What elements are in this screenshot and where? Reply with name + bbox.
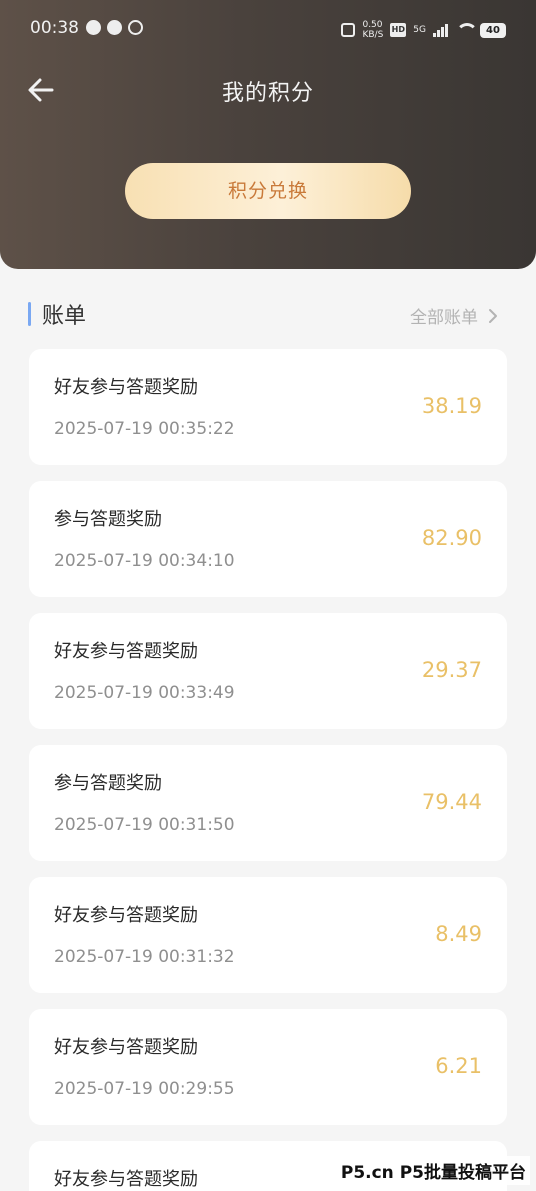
status-time: 00:38 — [30, 18, 79, 38]
all-bills-link[interactable]: 全部账单 — [410, 303, 502, 328]
bill-title: 好友参与答题奖励 — [54, 1037, 198, 1058]
bill-title: 参与答题奖励 — [54, 773, 162, 794]
bill-time: 2025-07-19 00:31:32 — [54, 947, 235, 967]
bill-time: 2025-07-19 00:31:50 — [54, 815, 235, 835]
bill-title: 参与答题奖励 — [54, 509, 162, 530]
page-title: 我的积分 — [221, 81, 314, 106]
bill-time: 2025-07-19 00:29:55 — [54, 1079, 235, 1099]
section-accent-bar — [28, 302, 31, 326]
bill-time: 2025-07-19 00:34:10 — [54, 551, 235, 571]
app-notification-icon — [86, 20, 101, 35]
bill-item[interactable]: 好友参与答题奖励 2025-07-19 00:31:32 8.49 — [29, 877, 507, 993]
signal-icon — [433, 23, 448, 37]
bill-item[interactable]: 好友参与答题奖励 2025-07-19 00:29:55 6.21 — [29, 1009, 507, 1125]
rights-icon — [128, 20, 143, 35]
bill-item[interactable]: 参与答题奖励 2025-07-19 00:31:50 79.44 — [29, 745, 507, 861]
bill-amount: 29.37 — [421, 658, 482, 682]
signal-label: 5G — [413, 25, 426, 35]
hd-icon: HD — [390, 23, 407, 37]
notification-icons — [86, 20, 143, 35]
mute-icon — [341, 23, 356, 37]
net-speed: 0.50 KB/S — [362, 20, 384, 40]
bill-item[interactable]: 参与答题奖励 2025-07-19 00:34:10 82.90 — [29, 481, 507, 597]
bill-time: 2025-07-19 00:35:22 — [54, 419, 235, 439]
bill-title: 好友参与答题奖励 — [54, 641, 198, 662]
bill-item[interactable]: 好友参与答题奖励 2025-07-19 00:33:49 29.37 — [29, 613, 507, 729]
status-right-icons: 0.50 KB/S HD 5G 40 — [341, 20, 506, 40]
bill-title: 好友参与答题奖励 — [54, 377, 198, 398]
bill-amount: 38.19 — [421, 394, 482, 418]
battery-icon: 40 — [480, 22, 506, 38]
section-title: 账单 — [42, 304, 87, 329]
bill-time: 2025-07-19 00:33:49 — [54, 683, 235, 703]
wifi-icon — [455, 23, 478, 37]
bill-amount: 8.49 — [435, 922, 482, 946]
bill-amount: 6.21 — [435, 1054, 482, 1078]
bill-amount: 82.90 — [421, 526, 482, 550]
wechat-icon — [107, 20, 122, 35]
status-bar: 00:38 0.50 KB/S HD 5G 40 — [0, 14, 536, 44]
bill-item[interactable]: 好友参与答题奖励 2025-07-19 00:35:22 38.19 — [29, 349, 507, 465]
chevron-right-icon — [489, 308, 497, 323]
watermark: P5.cn P5批量投稿平台 — [336, 1156, 530, 1185]
bill-amount: 79.44 — [421, 790, 482, 814]
all-bills-label: 全部账单 — [410, 308, 478, 328]
bill-title: 好友参与答题奖励 — [54, 905, 198, 926]
bill-title: 好友参与答题奖励 — [54, 1169, 198, 1190]
header-background: 00:38 0.50 KB/S HD 5G 40 我的积分 积分兑换 — [0, 0, 536, 269]
points-exchange-button[interactable]: 积分兑换 — [125, 163, 411, 219]
